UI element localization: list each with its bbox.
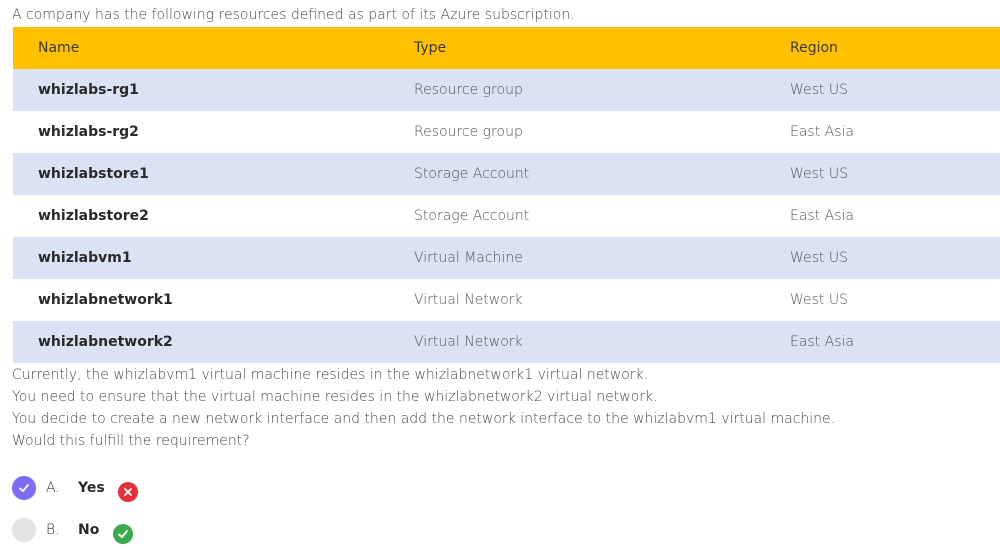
unselected-radio[interactable] bbox=[12, 518, 36, 542]
resource-name: whizlabs-rg2 bbox=[38, 124, 139, 140]
table-row: whizlabs-rg2 Resource group East Asia bbox=[13, 111, 1000, 153]
check-icon bbox=[118, 530, 128, 538]
question-text: Currently, the whizlabvm1 virtual machin… bbox=[12, 364, 835, 452]
table-row: whizlabstore2 Storage Account East Asia bbox=[13, 195, 1000, 237]
option-text: No bbox=[78, 522, 100, 538]
incorrect-badge bbox=[118, 482, 138, 502]
resource-region: West US bbox=[765, 69, 1000, 111]
resource-type: Resource group bbox=[414, 124, 523, 140]
table-row: whizlabnetwork2 Virtual Network East Asi… bbox=[13, 321, 1000, 363]
option-letter: B. bbox=[46, 522, 60, 538]
question-intro: A company has the following resources de… bbox=[12, 7, 575, 23]
resource-region: West US bbox=[765, 237, 1000, 279]
column-header-region: Region bbox=[765, 27, 1000, 69]
selected-radio[interactable] bbox=[12, 476, 36, 500]
table-row: whizlabs-rg1 Resource group West US bbox=[13, 69, 1000, 111]
resource-type: Storage Account bbox=[414, 208, 530, 224]
resource-region: West US bbox=[790, 292, 849, 308]
option-letter: A. bbox=[46, 480, 60, 496]
column-header-type: Type bbox=[389, 27, 765, 69]
resource-type: Virtual Network bbox=[414, 292, 523, 308]
resource-name: whizlabnetwork1 bbox=[38, 292, 173, 308]
option-text: Yes bbox=[78, 480, 105, 496]
check-icon bbox=[19, 484, 29, 492]
resource-region: East Asia bbox=[765, 321, 1000, 363]
question-line: You decide to create a new network inter… bbox=[12, 411, 836, 427]
resource-name: whizlabnetwork2 bbox=[13, 321, 389, 363]
resource-name: whizlabvm1 bbox=[13, 237, 389, 279]
resource-type: Resource group bbox=[389, 69, 765, 111]
column-header-name: Name bbox=[13, 27, 389, 69]
resources-table: Name Type Region whizlabs-rg1 Resource g… bbox=[13, 27, 1000, 363]
resource-region: West US bbox=[765, 153, 1000, 195]
resource-region: East Asia bbox=[790, 124, 854, 140]
x-icon bbox=[124, 488, 132, 496]
resource-type: Virtual Machine bbox=[389, 237, 765, 279]
table-header-row: Name Type Region bbox=[13, 27, 1000, 69]
resource-type: Virtual Network bbox=[389, 321, 765, 363]
table-row: whizlabvm1 Virtual Machine West US bbox=[13, 237, 1000, 279]
question-line: Would this fulfill the requirement? bbox=[12, 433, 250, 449]
resource-name: whizlabstore2 bbox=[38, 208, 149, 224]
question-line: You need to ensure that the virtual mach… bbox=[12, 389, 658, 405]
correct-badge bbox=[113, 524, 133, 544]
table-row: whizlabnetwork1 Virtual Network West US bbox=[13, 279, 1000, 321]
resource-name: whizlabstore1 bbox=[13, 153, 389, 195]
answer-option-b[interactable]: B. No bbox=[12, 517, 99, 543]
question-line: Currently, the whizlabvm1 virtual machin… bbox=[12, 367, 649, 383]
resource-type: Storage Account bbox=[389, 153, 765, 195]
table-row: whizlabstore1 Storage Account West US bbox=[13, 153, 1000, 195]
resource-region: East Asia bbox=[790, 208, 854, 224]
answer-option-a[interactable]: A. Yes bbox=[12, 475, 105, 501]
resource-name: whizlabs-rg1 bbox=[13, 69, 389, 111]
